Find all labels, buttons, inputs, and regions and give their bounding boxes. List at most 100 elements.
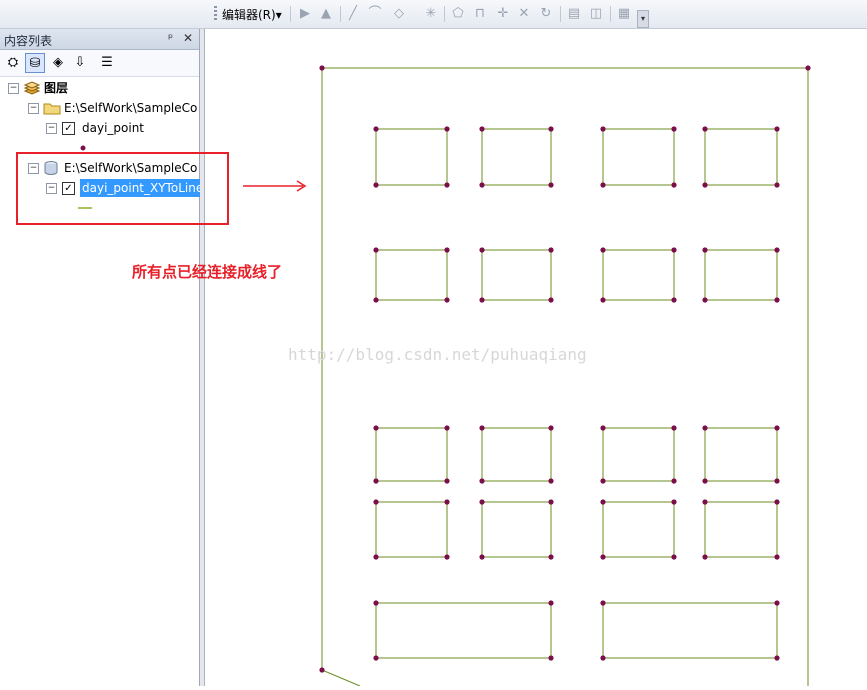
point-feature[interactable] bbox=[671, 126, 677, 132]
point-feature[interactable] bbox=[479, 126, 485, 132]
point-feature[interactable] bbox=[479, 478, 485, 484]
rectangle-line[interactable] bbox=[602, 501, 675, 558]
point-feature[interactable] bbox=[600, 499, 606, 505]
rectangle-line[interactable] bbox=[375, 128, 448, 186]
point-feature[interactable] bbox=[702, 499, 708, 505]
point-feature[interactable] bbox=[373, 600, 379, 606]
toolbar-grip[interactable] bbox=[214, 6, 217, 22]
rectangle-line[interactable] bbox=[481, 427, 552, 482]
rectangle-line[interactable] bbox=[704, 427, 778, 482]
point-feature[interactable] bbox=[774, 126, 780, 132]
layer-visibility-checkbox[interactable]: ✓ bbox=[62, 122, 75, 135]
point-feature[interactable] bbox=[671, 425, 677, 431]
rectangle-line[interactable] bbox=[481, 249, 552, 301]
point-feature[interactable] bbox=[319, 65, 325, 71]
point-feature[interactable] bbox=[548, 425, 554, 431]
point-feature[interactable] bbox=[774, 182, 780, 188]
point-feature[interactable] bbox=[774, 655, 780, 661]
point-feature[interactable] bbox=[444, 554, 450, 560]
point-feature[interactable] bbox=[319, 667, 325, 673]
list-by-drawing-order-icon[interactable]: ⛭ bbox=[3, 53, 23, 73]
reshape-icon[interactable]: ⬠ bbox=[449, 5, 467, 23]
tree-group-folder[interactable]: − E:\SelfWork\SampleCo bbox=[26, 99, 198, 117]
point-feature[interactable] bbox=[479, 425, 485, 431]
split-icon[interactable]: ✳ bbox=[422, 5, 440, 23]
point-feature[interactable] bbox=[600, 126, 606, 132]
point-feature[interactable] bbox=[548, 478, 554, 484]
point-feature[interactable] bbox=[774, 247, 780, 253]
point-feature[interactable] bbox=[444, 297, 450, 303]
point-feature[interactable] bbox=[479, 247, 485, 253]
point-feature[interactable] bbox=[600, 655, 606, 661]
rectangle-line[interactable] bbox=[481, 128, 552, 186]
point-feature[interactable] bbox=[479, 499, 485, 505]
point-feature[interactable] bbox=[373, 655, 379, 661]
point-feature[interactable] bbox=[373, 554, 379, 560]
options-icon[interactable]: ☰ bbox=[97, 53, 117, 73]
point-feature[interactable] bbox=[600, 297, 606, 303]
point-feature[interactable] bbox=[600, 554, 606, 560]
rotate-icon[interactable]: ✕ bbox=[515, 5, 533, 23]
tree-root-layers[interactable]: − 图层 bbox=[6, 79, 196, 97]
point-feature[interactable] bbox=[444, 126, 450, 132]
point-feature[interactable] bbox=[600, 478, 606, 484]
rectangle-line[interactable] bbox=[602, 128, 675, 186]
point-feature[interactable] bbox=[373, 425, 379, 431]
point-feature[interactable] bbox=[600, 600, 606, 606]
rectangle-line[interactable] bbox=[602, 427, 675, 482]
boundary-line[interactable] bbox=[321, 67, 809, 690]
point-feature[interactable] bbox=[373, 297, 379, 303]
rectangle-line[interactable] bbox=[602, 602, 778, 659]
point-feature[interactable] bbox=[702, 182, 708, 188]
point-feature[interactable] bbox=[671, 499, 677, 505]
collapse-icon[interactable]: − bbox=[8, 83, 19, 94]
attributes-icon[interactable]: ▤ bbox=[565, 5, 583, 23]
point-feature[interactable] bbox=[548, 182, 554, 188]
point-feature[interactable] bbox=[373, 182, 379, 188]
editor-menu-button[interactable]: 编辑器(R)▾ bbox=[222, 6, 282, 23]
edit-annotation-icon[interactable]: ▲ bbox=[317, 5, 335, 23]
point-feature[interactable] bbox=[774, 425, 780, 431]
point-feature[interactable] bbox=[373, 478, 379, 484]
point-feature[interactable] bbox=[548, 655, 554, 661]
rectangle-line[interactable] bbox=[704, 249, 778, 301]
point-feature[interactable] bbox=[774, 297, 780, 303]
sketch-properties-icon[interactable]: ◫ bbox=[587, 5, 605, 23]
boundary-line[interactable] bbox=[321, 669, 361, 687]
list-by-selection-icon[interactable]: ⇩ bbox=[70, 53, 90, 73]
rectangle-line[interactable] bbox=[481, 501, 552, 558]
point-feature[interactable] bbox=[805, 65, 811, 71]
vertex-icon[interactable]: ◇ bbox=[390, 5, 408, 23]
point-feature[interactable] bbox=[702, 554, 708, 560]
cut-polygon-icon[interactable]: ⊓ bbox=[471, 5, 489, 23]
straight-segment-icon[interactable]: ╱ bbox=[344, 5, 362, 23]
editor-toolbar-more-icon[interactable]: ▾ bbox=[637, 10, 649, 28]
point-feature[interactable] bbox=[671, 182, 677, 188]
point-feature[interactable] bbox=[702, 297, 708, 303]
point-feature[interactable] bbox=[548, 297, 554, 303]
collapse-icon[interactable]: − bbox=[28, 103, 39, 114]
create-features-icon[interactable]: ▦ bbox=[615, 5, 633, 23]
point-feature[interactable] bbox=[702, 478, 708, 484]
layer-item-dayi-point[interactable]: − ✓ dayi_point bbox=[46, 119, 198, 137]
rectangle-line[interactable] bbox=[375, 427, 448, 482]
point-feature[interactable] bbox=[444, 247, 450, 253]
point-feature[interactable] bbox=[548, 126, 554, 132]
rectangle-line[interactable] bbox=[375, 249, 448, 301]
point-feature[interactable] bbox=[702, 126, 708, 132]
point-feature[interactable] bbox=[774, 499, 780, 505]
collapse-icon[interactable]: − bbox=[46, 123, 57, 134]
pin-icon[interactable]: ᵖ bbox=[168, 31, 173, 45]
point-feature[interactable] bbox=[600, 425, 606, 431]
rotate-icon[interactable]: ↻ bbox=[537, 5, 555, 23]
point-feature[interactable] bbox=[479, 297, 485, 303]
point-feature[interactable] bbox=[671, 297, 677, 303]
point-feature[interactable] bbox=[548, 499, 554, 505]
point-feature[interactable] bbox=[444, 425, 450, 431]
point-feature[interactable] bbox=[774, 554, 780, 560]
point-feature[interactable] bbox=[548, 600, 554, 606]
rectangle-line[interactable] bbox=[375, 602, 552, 659]
point-feature[interactable] bbox=[479, 182, 485, 188]
point-feature[interactable] bbox=[600, 182, 606, 188]
rectangle-line[interactable] bbox=[704, 501, 778, 558]
